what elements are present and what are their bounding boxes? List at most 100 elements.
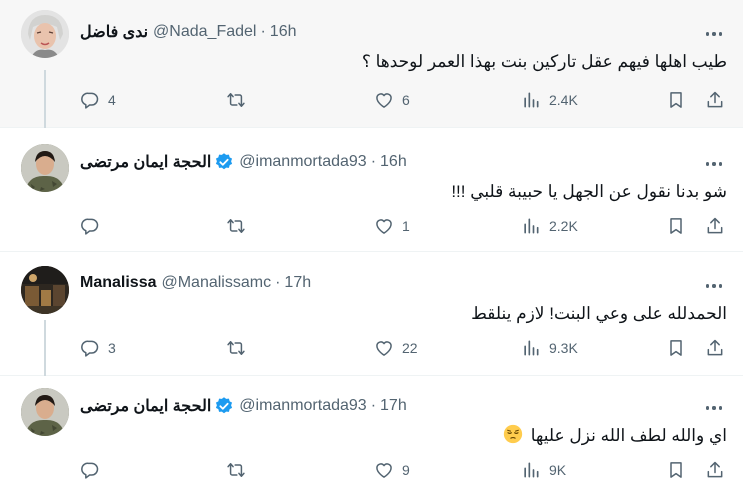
tweet[interactable]: الحجة ايمان مرتضى @imanmortada93 · 17h ا… (0, 376, 743, 500)
separator-dot: · (370, 153, 377, 170)
more-icon[interactable] (699, 276, 729, 296)
timestamp[interactable]: 16h (380, 153, 407, 171)
timestamp[interactable]: 16h (270, 23, 297, 41)
bookmark-button[interactable] (666, 460, 686, 480)
views-icon (524, 218, 539, 234)
view-count: 2.4K (549, 92, 578, 108)
view-count: 9K (549, 462, 567, 478)
share-icon (707, 339, 723, 356)
pensive-face-emoji (503, 424, 523, 444)
reply-count: 3 (108, 340, 116, 356)
more-icon[interactable] (699, 398, 729, 418)
thread-line (44, 320, 46, 376)
views-button[interactable]: 9K (521, 460, 566, 480)
bookmark-icon (670, 340, 682, 356)
repost-icon (227, 341, 245, 355)
reply-icon (81, 340, 99, 357)
repost-button[interactable] (226, 338, 254, 358)
bookmark-button[interactable] (666, 216, 686, 236)
views-icon (524, 340, 539, 356)
tweet-header: الحجة ايمان مرتضى @imanmortada93 · 16h (80, 152, 693, 172)
more-icon[interactable] (699, 154, 729, 174)
views-button[interactable]: 2.2K (521, 216, 578, 236)
avatar[interactable] (21, 266, 69, 314)
reply-icon (81, 462, 99, 479)
avatar[interactable] (21, 10, 69, 58)
more-icon[interactable] (699, 24, 729, 44)
reply-icon (81, 218, 99, 235)
verified-badge-icon (216, 397, 233, 414)
user-handle[interactable]: @Nada_Fadel (153, 23, 256, 41)
avatar[interactable] (21, 388, 69, 436)
like-icon (376, 219, 392, 234)
separator-dot: · (370, 397, 377, 414)
separator-dot: · (275, 274, 281, 291)
tweet-actions: 9 9K (80, 460, 730, 484)
bookmark-button[interactable] (666, 338, 686, 358)
tweet-header: Manalissa @Manalissamc · 17h (80, 274, 693, 292)
tweet[interactable]: ندى فاضل @Nada_Fadel · 16h طيب اهلها فيه… (0, 0, 743, 128)
views-icon (524, 92, 539, 108)
repost-button[interactable] (226, 460, 254, 480)
view-count: 9.3K (549, 340, 578, 356)
display-name[interactable]: الحجة ايمان مرتضى (80, 396, 211, 416)
share-icon (707, 217, 723, 234)
separator-dot: · (260, 23, 266, 40)
like-button[interactable]: 6 (374, 90, 410, 110)
user-handle[interactable]: @imanmortada93 (239, 397, 366, 415)
like-count: 22 (402, 340, 418, 356)
bookmark-button[interactable] (666, 90, 686, 110)
tweet[interactable]: Manalissa @Manalissamc · 17h الحمدلله عل… (0, 252, 743, 376)
tweet-actions: 3 22 9.3K (80, 338, 730, 362)
views-button[interactable]: 2.4K (521, 90, 578, 110)
tweet-text: الحمدلله على وعي البنت! لازم ينلقط (471, 304, 727, 323)
share-button[interactable] (705, 338, 725, 358)
like-button[interactable]: 22 (374, 338, 418, 358)
repost-icon (227, 463, 245, 477)
like-icon (376, 463, 392, 478)
like-count: 1 (402, 218, 410, 234)
views-button[interactable]: 9.3K (521, 338, 578, 358)
tweet[interactable]: الحجة ايمان مرتضى @imanmortada93 · 16h ش… (0, 128, 743, 252)
reply-button[interactable] (80, 216, 108, 236)
share-button[interactable] (705, 90, 725, 110)
reply-button[interactable]: 3 (80, 338, 116, 358)
bookmark-icon (670, 218, 682, 234)
share-button[interactable] (705, 460, 725, 480)
reply-button[interactable] (80, 460, 108, 480)
like-count: 6 (402, 92, 410, 108)
display-name[interactable]: ندى فاضل (80, 22, 148, 42)
like-button[interactable]: 9 (374, 460, 410, 480)
tweet-text: طيب اهلها فيهم عقل تاركين بنت بهذا العمر… (361, 52, 727, 71)
tweet-actions: 1 2.2K (80, 216, 730, 240)
tweet-text: اي والله لطف الله نزل عليها (530, 426, 727, 445)
repost-icon (227, 219, 245, 233)
display-name[interactable]: الحجة ايمان مرتضى (80, 152, 211, 172)
share-button[interactable] (705, 216, 725, 236)
reply-button[interactable]: 4 (80, 90, 116, 110)
display-name[interactable]: Manalissa (80, 274, 156, 292)
timestamp[interactable]: 17h (380, 397, 407, 415)
reply-count: 4 (108, 92, 116, 108)
tweet-header: الحجة ايمان مرتضى @imanmortada93 · 17h (80, 396, 693, 416)
like-button[interactable]: 1 (374, 216, 410, 236)
verified-badge-icon (216, 153, 233, 170)
repost-icon (227, 93, 245, 107)
tweet-header: ندى فاضل @Nada_Fadel · 16h (80, 22, 693, 42)
avatar[interactable] (21, 144, 69, 192)
bookmark-icon (670, 92, 682, 108)
like-count: 9 (402, 462, 410, 478)
bookmark-icon (670, 462, 682, 478)
user-handle[interactable]: @Manalissamc (161, 274, 271, 292)
repost-button[interactable] (226, 216, 254, 236)
like-icon (376, 341, 392, 356)
tweet-actions: 4 6 2.4K (80, 90, 730, 114)
like-icon (376, 93, 392, 108)
user-handle[interactable]: @imanmortada93 (239, 153, 366, 171)
share-icon (707, 461, 723, 478)
views-icon (524, 462, 539, 478)
reply-icon (81, 92, 99, 109)
share-icon (707, 91, 723, 108)
repost-button[interactable] (226, 90, 254, 110)
timestamp[interactable]: 17h (284, 274, 311, 292)
